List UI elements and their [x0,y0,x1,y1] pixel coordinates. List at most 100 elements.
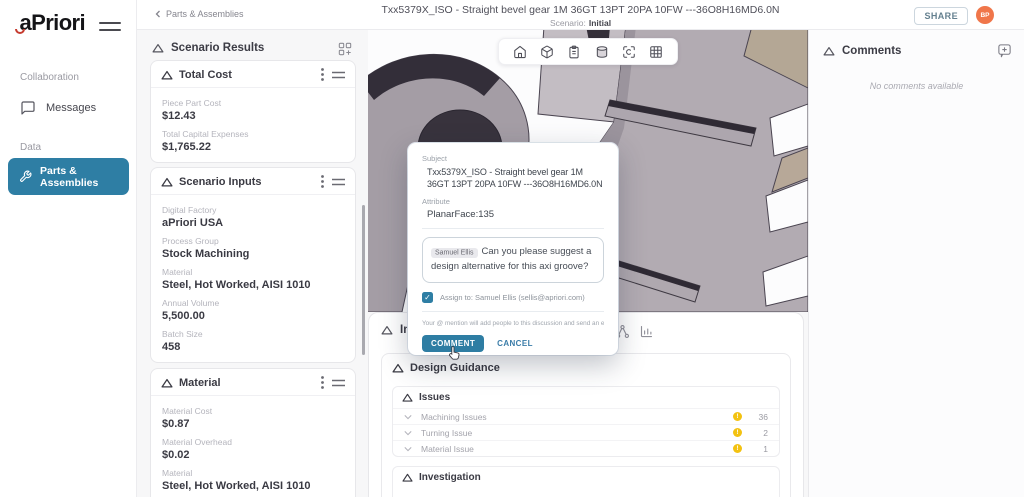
nav-section-collaboration: Collaboration [20,72,79,83]
sidebar-item-messages[interactable]: Messages [20,100,96,116]
drag-handle-icon[interactable] [332,178,345,186]
page-title: Txx5379X_ISO - Straight bevel gear 1M 36… [381,4,780,16]
comments-panel: Comments No comments available [808,30,1024,497]
dialog-divider [422,228,604,230]
collapse-triangle-icon[interactable] [402,473,413,482]
field-label: Batch Size [162,329,203,339]
iso-cube-icon[interactable] [540,45,554,59]
chevron-down-icon [404,430,412,436]
kebab-menu-icon[interactable] [319,175,326,188]
layout-add-icon[interactable] [338,42,352,56]
field-label: Material Cost [162,406,213,416]
message-bubble-icon [20,100,36,116]
comment-dialog: Subject Txx5379X_ISO - Straight bevel ge… [408,143,618,360]
checkbox-checked-icon[interactable]: ✓ [422,292,433,304]
card-title: Total Cost [179,68,232,81]
sidebar-item-label: Messages [46,102,97,114]
field-value: $0.87 [162,418,190,430]
attribute-label: Attribute [422,197,450,207]
field-label: Material [162,468,193,478]
menu-toggle-icon[interactable] [99,22,121,36]
breadcrumb-label: Parts & Assemblies [166,9,244,19]
hand-cursor-icon [448,345,461,360]
scenario-label: Scenario: [549,18,586,28]
logo-text: aPriori [19,10,86,35]
issue-row-machining[interactable]: Machining Issues ! 36 [393,408,779,424]
panel-title: Scenario Results [171,42,265,54]
field-value: 5,500.00 [162,310,205,322]
scenario-line: Scenario: Initial [277,18,884,28]
scenario-inputs-card: Scenario Inputs Digital Factory aPriori U… [150,167,356,363]
cancel-button[interactable]: CANCEL [497,339,533,348]
warning-dot-icon: ! [733,428,742,437]
card-title: Scenario Inputs [179,175,262,188]
field-label: Material Overhead [162,437,232,447]
back-chevron-icon [155,10,160,18]
collapse-triangle-icon[interactable] [823,46,835,56]
issue-count: 36 [758,411,768,422]
collapse-triangle-icon[interactable] [152,43,164,53]
design-guidance-card: Design Guidance Issues Machining Issues … [381,353,791,497]
chevron-down-icon [404,414,412,420]
left-nav: aPriori Collaboration Messages Data Part… [0,0,137,497]
attribute-value: PlanarFace:135 [427,209,495,221]
card-title: Design Guidance [410,362,500,374]
wrench-icon [19,170,32,183]
breadcrumb[interactable]: Parts & Assemblies [155,9,244,19]
scenario-value: Initial [588,18,612,28]
assign-checkbox-row[interactable]: ✓ Assign to: Samuel Ellis (sellis@aprior… [422,292,604,304]
mention-note: Your @ mention will add people to this d… [422,320,604,328]
field-value: aPriori USA [162,217,224,229]
section-view-icon[interactable] [622,45,636,59]
field-value: 458 [162,341,181,353]
panel-title: Comments [842,45,902,57]
field-label: Digital Factory [162,205,217,215]
field-value: Stock Machining [162,248,250,260]
collapse-triangle-icon[interactable] [161,378,173,388]
issue-label: Turning Issue [421,427,473,438]
card-title: Material [179,376,221,389]
collapse-triangle-icon[interactable] [161,70,173,80]
data-table-icon[interactable] [649,45,663,59]
comment-input[interactable]: Samuel Ellis Can you please suggest a des… [422,237,604,284]
collapse-triangle-icon[interactable] [392,363,404,373]
kebab-menu-icon[interactable] [319,376,326,389]
scenario-results-header: Scenario Results [152,42,356,56]
apriori-app: aPriori Collaboration Messages Data Part… [0,0,1024,497]
kebab-menu-icon[interactable] [319,68,326,81]
issue-label: Machining Issues [421,411,487,422]
bom-clipboard-icon[interactable] [567,45,581,59]
sidebar-item-parts-assemblies[interactable]: Parts & Assemblies [8,158,129,195]
home-view-icon[interactable] [513,45,527,59]
viewer-toolbar [498,38,678,65]
material-card: Material Material Cost $0.87 Material Ove… [150,368,356,497]
solid-cylinder-icon[interactable] [595,45,609,59]
warning-dot-icon: ! [733,412,742,421]
user-avatar[interactable]: BP [976,6,994,24]
chart-icon[interactable] [639,324,654,339]
drag-handle-icon[interactable] [332,71,345,79]
mention-chip[interactable]: Samuel Ellis [431,247,478,258]
comments-empty-state: No comments available [869,81,964,91]
field-value: $0.02 [162,449,190,461]
issue-count: 2 [763,427,768,438]
collapse-triangle-icon[interactable] [381,325,393,335]
collapse-triangle-icon[interactable] [161,177,173,187]
field-value: $12.43 [162,110,196,122]
chevron-down-icon [404,446,412,452]
investigation-card: Investigation [392,466,780,497]
panel-scrollbar[interactable] [362,205,365,355]
share-button[interactable]: SHARE [914,7,968,25]
field-label: Material [162,267,193,277]
field-label: Piece Part Cost [162,98,222,108]
field-label: Total Capital Expenses [162,129,249,139]
issue-row-turning[interactable]: Turning Issue ! 2 [393,424,779,440]
collapse-triangle-icon[interactable] [402,393,413,402]
issue-row-material[interactable]: Material Issue ! 1 [393,440,779,456]
drag-handle-icon[interactable] [332,379,345,387]
subject-label: Subject [422,154,448,163]
field-value: $1,765.22 [162,141,211,153]
card-title: Investigation [419,472,481,483]
add-comment-icon[interactable] [997,43,1012,58]
issue-count: 1 [763,443,768,454]
